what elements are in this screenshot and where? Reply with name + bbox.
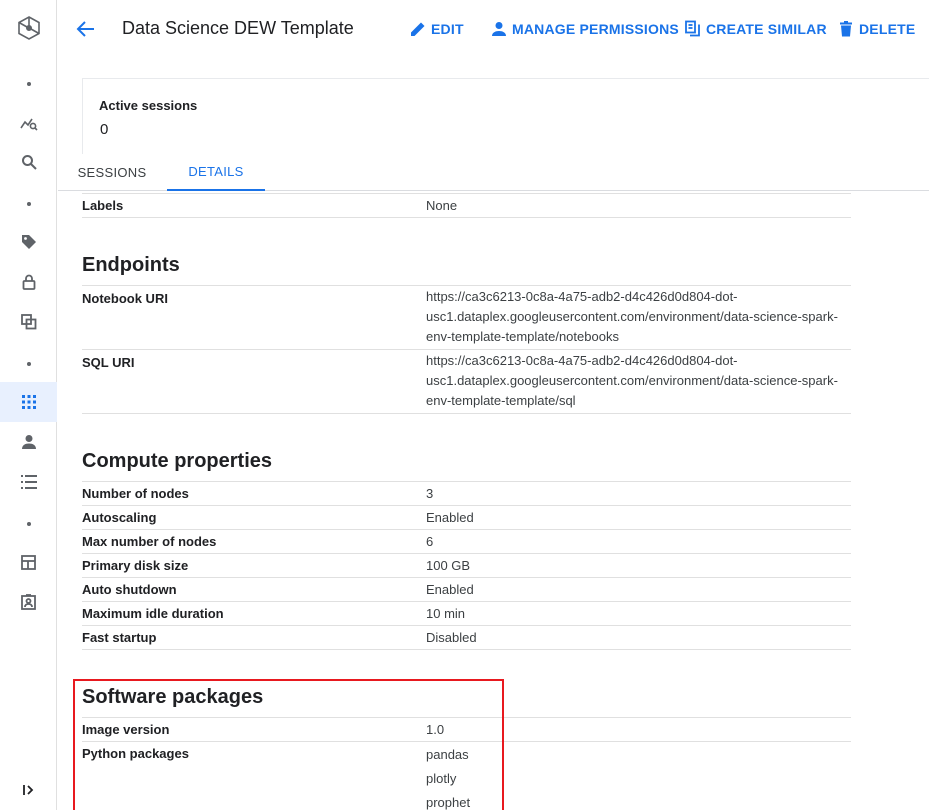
delete-button-label: DELETE — [859, 21, 916, 37]
row-value: 100 GB — [426, 558, 471, 573]
row-key: Notebook URI — [82, 291, 168, 306]
edit-button[interactable]: EDIT — [409, 20, 464, 38]
search-icon[interactable] — [0, 142, 57, 182]
dashboard-icon[interactable] — [0, 542, 57, 582]
uri-line: usc1.dataplex.googleusercontent.com/envi… — [426, 373, 838, 388]
grid-apps-icon[interactable] — [0, 382, 57, 422]
active-sessions-label: Active sessions — [99, 98, 198, 113]
nav-separator-dot — [0, 64, 57, 104]
lock-icon[interactable] — [0, 262, 57, 302]
row-value: 6 — [426, 534, 434, 549]
property-row: Number of nodes 3 — [82, 482, 851, 506]
labels-row: Labels None — [82, 194, 851, 218]
create-similar-button[interactable]: CREATE SIMILAR — [684, 20, 827, 38]
person-icon — [492, 22, 506, 36]
row-key: Number of nodes — [82, 486, 189, 501]
row-key: Auto shutdown — [82, 582, 177, 597]
analytics-search-icon[interactable] — [0, 103, 57, 143]
row-key: Autoscaling — [82, 510, 157, 525]
dataplex-logo-icon[interactable] — [0, 8, 57, 48]
row-key: Maximum idle duration — [82, 606, 224, 621]
edit-button-label: EDIT — [431, 21, 464, 37]
property-row: Maximum idle duration 10 min — [82, 602, 851, 626]
endpoints-heading: Endpoints — [82, 254, 180, 276]
page-header: Data Science DEW Template EDIT MANAGE PE… — [58, 0, 929, 58]
active-sessions-value: 0 — [100, 121, 109, 138]
tab-bar: SESSIONS DETAILS — [58, 154, 929, 191]
row-key: Labels — [82, 198, 124, 213]
sql-uri-row: SQL URI https://ca3c6213-0c8a-4a75-adb2-… — [82, 350, 851, 414]
copy-document-icon — [685, 20, 700, 37]
compute-properties-heading: Compute properties — [82, 450, 273, 472]
row-key: SQL URI — [82, 355, 135, 370]
pencil-icon — [411, 22, 425, 36]
manage-permissions-label: MANAGE PERMISSIONS — [512, 21, 679, 37]
notebook-uri-value[interactable]: https://ca3c6213-0c8a-4a75-adb2-d4c426d0… — [426, 287, 838, 347]
uri-line: env-template-template/sql — [426, 393, 576, 408]
property-row: Fast startup Disabled — [82, 626, 851, 650]
back-arrow-icon[interactable] — [74, 17, 98, 41]
manage-permissions-button[interactable]: MANAGE PERMISSIONS — [490, 20, 679, 38]
row-value: 3 — [426, 486, 434, 501]
notebook-uri-row: Notebook URI https://ca3c6213-0c8a-4a75-… — [82, 286, 851, 350]
badge-icon[interactable] — [0, 582, 57, 622]
row-value: Disabled — [426, 630, 477, 645]
row-value: 10 min — [426, 606, 466, 621]
nav-separator-dot — [0, 184, 57, 224]
sql-uri-value[interactable]: https://ca3c6213-0c8a-4a75-adb2-d4c426d0… — [426, 351, 838, 411]
property-row: Max number of nodes 6 — [82, 530, 851, 554]
expand-nav-icon[interactable] — [0, 770, 57, 810]
create-similar-label: CREATE SIMILAR — [706, 21, 827, 37]
row-key: Max number of nodes — [82, 534, 217, 549]
uri-line: https://ca3c6213-0c8a-4a75-adb2-d4c426d0… — [426, 289, 738, 304]
nav-separator-dot — [0, 344, 57, 384]
property-row: Auto shutdown Enabled — [82, 578, 851, 602]
trash-icon — [840, 21, 852, 37]
page-title: Data Science DEW Template — [122, 18, 354, 38]
delete-button[interactable]: DELETE — [837, 20, 915, 38]
tag-icon[interactable] — [0, 222, 57, 262]
nav-separator-dot — [0, 504, 57, 544]
left-nav-rail — [0, 0, 57, 810]
row-value: Enabled — [426, 510, 474, 525]
row-value: None — [426, 198, 458, 213]
property-row: Primary disk size 100 GB — [82, 554, 851, 578]
row-key: Fast startup — [82, 630, 157, 645]
uri-line: env-template-template/notebooks — [426, 329, 619, 344]
tab-sessions[interactable]: SESSIONS — [72, 154, 152, 191]
row-key: Primary disk size — [82, 558, 189, 573]
property-row: Autoscaling Enabled — [82, 506, 851, 530]
highlight-annotation-box — [73, 679, 504, 810]
person-icon[interactable] — [0, 422, 57, 462]
active-sessions-card: Active sessions 0 — [82, 78, 929, 154]
tab-details[interactable]: DETAILS — [167, 154, 265, 191]
uri-line: https://ca3c6213-0c8a-4a75-adb2-d4c426d0… — [426, 353, 738, 368]
row-value: Enabled — [426, 582, 474, 597]
uri-line: usc1.dataplex.googleusercontent.com/envi… — [426, 309, 838, 324]
copy-icon[interactable] — [0, 302, 57, 342]
list-icon[interactable] — [0, 462, 57, 502]
